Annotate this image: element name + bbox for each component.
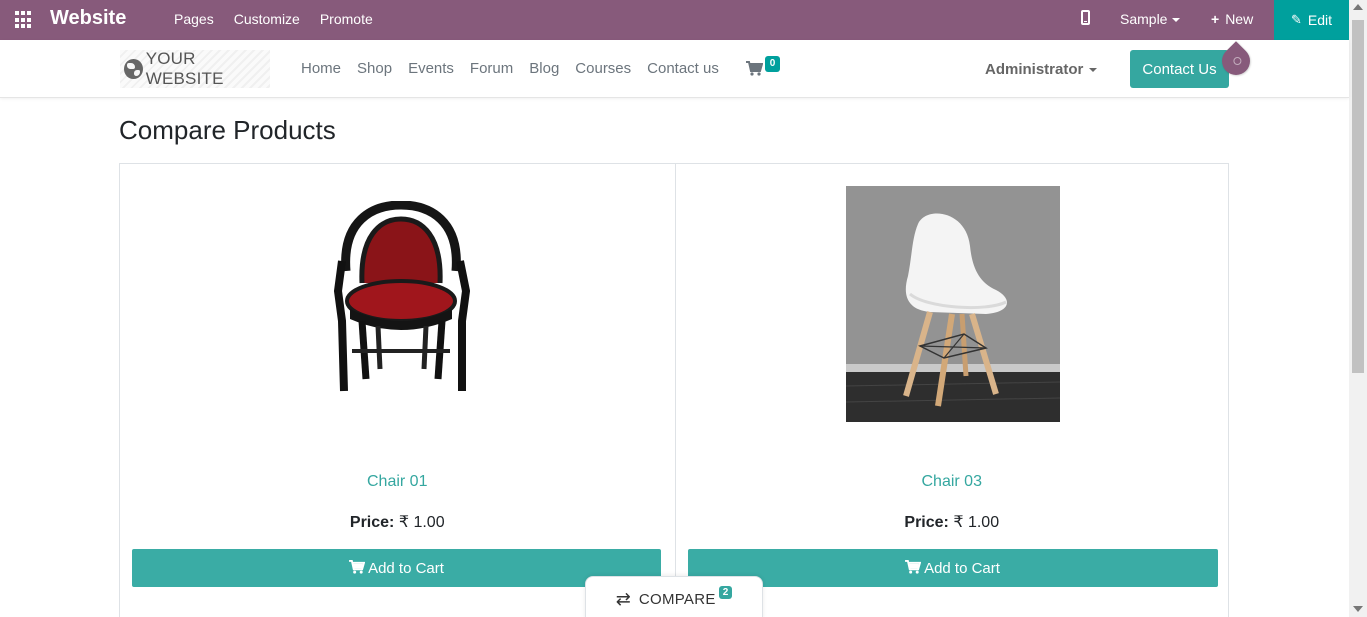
- caret-down-icon: [1089, 68, 1098, 73]
- shopping-cart-icon: [905, 559, 922, 577]
- globe-icon: [124, 59, 143, 79]
- user-dropdown[interactable]: Administrator: [985, 61, 1098, 78]
- product-price: Price: ₹ 1.00: [120, 512, 675, 532]
- add-to-cart-button[interactable]: Add to Cart: [687, 549, 1218, 587]
- site-logo[interactable]: YOUR WEBSITE: [120, 49, 270, 88]
- shopping-cart-icon: [746, 61, 764, 76]
- product-column: Chair 01 Price: ₹ 1.00 Add to Cart: [120, 164, 675, 617]
- price-label: Price:: [349, 514, 395, 531]
- caret-down-icon: [1172, 18, 1181, 23]
- product-price: Price: ₹ 1.00: [676, 512, 1229, 532]
- new-button-label: New: [1225, 11, 1254, 27]
- compare-count-badge: 2: [718, 585, 733, 599]
- pencil-icon: ✎: [1290, 12, 1302, 27]
- menu-pages[interactable]: Pages: [174, 11, 214, 27]
- price-label: Price:: [904, 514, 949, 531]
- nav-contact-us[interactable]: Contact us: [647, 60, 719, 77]
- scrollbar-thumb[interactable]: [1352, 20, 1364, 373]
- admin-bar: Website Pages Customize Promote Sample +…: [0, 0, 1349, 40]
- edit-button[interactable]: ✎ Edit: [1274, 0, 1349, 40]
- edit-button-label: Edit: [1307, 12, 1333, 28]
- shopping-cart-icon: [349, 559, 366, 577]
- contact-us-button[interactable]: Contact Us: [1130, 50, 1229, 88]
- plus-icon: +: [1211, 11, 1220, 27]
- menu-promote[interactable]: Promote: [320, 11, 373, 27]
- scroll-down-arrow-icon[interactable]: [1353, 606, 1363, 612]
- nav-shop[interactable]: Shop: [357, 60, 392, 77]
- product-image-chair-01[interactable]: [332, 201, 470, 399]
- add-to-cart-button[interactable]: Add to Cart: [132, 549, 661, 587]
- nav-blog[interactable]: Blog: [529, 60, 559, 77]
- app-title[interactable]: Website: [50, 7, 126, 30]
- logo-text: YOUR WEBSITE: [145, 49, 224, 88]
- site-header: YOUR WEBSITE Home Shop Events Forum Blog…: [0, 40, 1349, 98]
- website-switcher-label: Sample: [1120, 11, 1168, 27]
- product-name-link[interactable]: Chair 03: [676, 473, 1229, 491]
- product-image-chair-03[interactable]: [845, 186, 1060, 422]
- cart-link[interactable]: 0: [746, 56, 780, 81]
- compare-table: Chair 01 Price: ₹ 1.00 Add to Cart Chair…: [119, 163, 1229, 617]
- scroll-up-arrow-icon[interactable]: [1353, 4, 1363, 10]
- vertical-scrollbar[interactable]: [1349, 0, 1367, 617]
- apps-grid-icon[interactable]: [15, 11, 33, 29]
- add-to-cart-label: Add to Cart: [368, 559, 444, 577]
- main-nav: Home Shop Events Forum Blog Courses Cont…: [301, 60, 735, 77]
- website-switcher-dropdown[interactable]: Sample: [1120, 11, 1181, 27]
- compare-tab[interactable]: ⇄ COMPARE 2: [585, 576, 763, 617]
- nav-events[interactable]: Events: [408, 60, 454, 77]
- nav-home[interactable]: Home: [301, 60, 341, 77]
- product-column: Chair 03 Price: ₹ 1.00 Add to Cart: [674, 164, 1229, 617]
- product-name-link[interactable]: Chair 01: [120, 473, 675, 491]
- menu-customize[interactable]: Customize: [234, 11, 300, 27]
- admin-menu: Pages Customize Promote: [174, 11, 373, 27]
- price-value: ₹ 1.00: [398, 514, 445, 531]
- page-title: Compare Products: [119, 115, 336, 145]
- mobile-preview-icon[interactable]: [1081, 10, 1090, 25]
- compare-label: COMPARE: [638, 590, 716, 608]
- exchange-arrows-icon: ⇄: [615, 588, 631, 609]
- cart-count-badge: 0: [765, 56, 780, 72]
- nav-forum[interactable]: Forum: [470, 60, 513, 77]
- nav-courses[interactable]: Courses: [575, 60, 631, 77]
- add-to-cart-label: Add to Cart: [924, 559, 1000, 577]
- user-name: Administrator: [985, 61, 1084, 78]
- new-button[interactable]: + New: [1211, 11, 1253, 27]
- price-value: ₹ 1.00: [953, 514, 1000, 531]
